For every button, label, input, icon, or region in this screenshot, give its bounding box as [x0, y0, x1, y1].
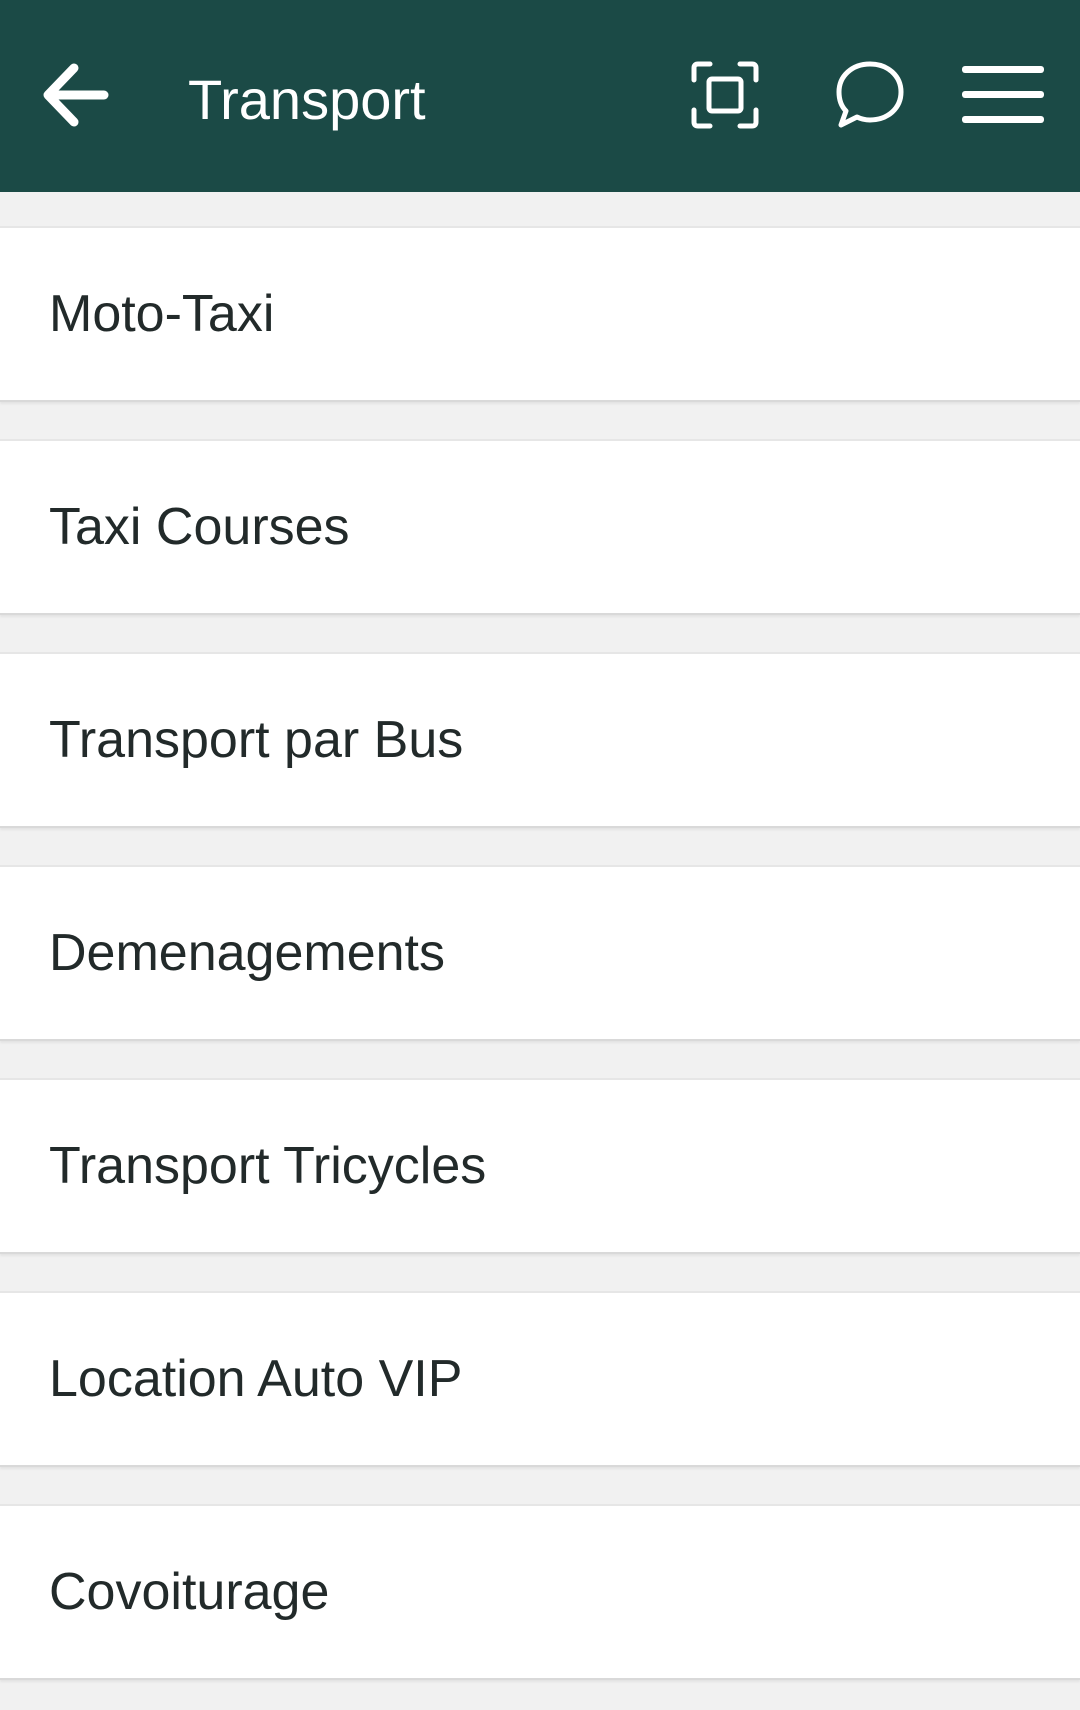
back-button[interactable] [30, 50, 120, 140]
arrow-left-icon [43, 63, 109, 127]
page-title: Transport [188, 68, 426, 131]
list-item-label: Moto-Taxi [49, 285, 275, 343]
list-item-moto-taxi[interactable]: Moto-Taxi [0, 226, 1080, 402]
hamburger-menu-icon [962, 66, 1044, 123]
list-item-label: Demenagements [49, 924, 445, 982]
list-item-covoiturage[interactable]: Covoiturage [0, 1504, 1080, 1680]
list-item-location-auto-vip[interactable]: Location Auto VIP [0, 1291, 1080, 1467]
list-item-demenagements[interactable]: Demenagements [0, 865, 1080, 1041]
list-item-label: Covoiturage [49, 1563, 330, 1621]
scan-button[interactable] [680, 50, 770, 140]
list-item-label: Transport Tricycles [49, 1137, 487, 1195]
scan-icon [691, 61, 759, 129]
app-bar: Transport [0, 0, 1080, 192]
chat-bubble-icon [836, 61, 904, 128]
list-item-taxi-courses[interactable]: Taxi Courses [0, 439, 1080, 615]
list-item-label: Transport par Bus [49, 711, 464, 769]
list-item-transport-tricycles[interactable]: Transport Tricycles [0, 1078, 1080, 1254]
list-item-label: Location Auto VIP [49, 1350, 463, 1408]
list-item-transport-par-bus[interactable]: Transport par Bus [0, 652, 1080, 828]
list-item-label: Taxi Courses [49, 498, 350, 556]
chat-button[interactable] [825, 50, 915, 140]
menu-button[interactable] [955, 50, 1051, 140]
